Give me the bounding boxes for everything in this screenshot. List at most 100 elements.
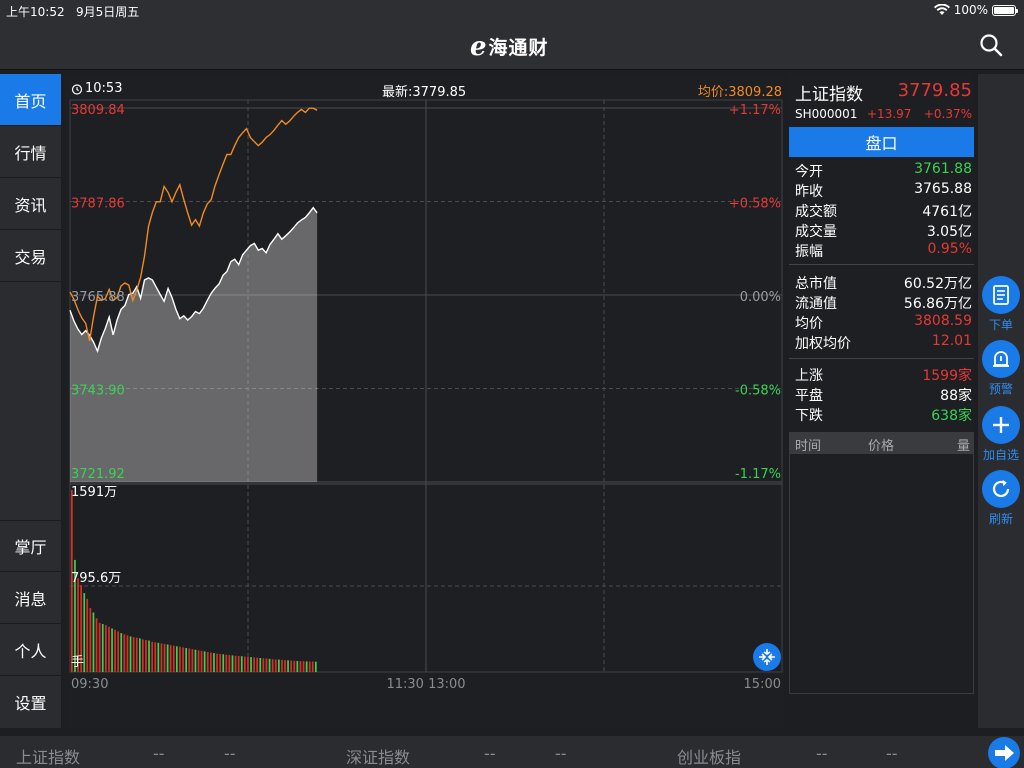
volume-bar bbox=[123, 634, 126, 672]
ticker-sz-change: -- bbox=[555, 744, 567, 763]
search-icon[interactable] bbox=[978, 32, 1004, 58]
sidebar-item-profile[interactable]: 个人 bbox=[0, 624, 61, 676]
volume-bar bbox=[228, 655, 231, 672]
chart-latest-price: 最新:3779.85 bbox=[382, 85, 467, 100]
volume-bar bbox=[145, 640, 147, 672]
index-change: +13.97 bbox=[867, 107, 912, 121]
quote-row-label: 今开 bbox=[795, 164, 823, 180]
volume-bar bbox=[265, 658, 268, 672]
volume-bar bbox=[151, 641, 153, 672]
quote-row-label: 总市值 bbox=[795, 276, 837, 292]
add-watchlist-button[interactable]: 加自选 bbox=[978, 406, 1024, 463]
sidebar-item-market[interactable]: 行情 bbox=[0, 126, 61, 178]
order-label: 下单 bbox=[988, 318, 1013, 332]
volume-bar bbox=[278, 659, 280, 672]
volume-bar bbox=[142, 639, 144, 672]
expand-chart-icon[interactable] bbox=[753, 643, 781, 671]
volume-bar bbox=[315, 661, 317, 672]
intraday-chart-panel[interactable]: 3809.84 +1.17% 3787.86 +0.58% 3765.88 0.00% 37… bbox=[65, 74, 784, 728]
quote-row: 加权均价 12.01 bbox=[789, 332, 974, 352]
volume-bar bbox=[290, 660, 292, 672]
volume-bar bbox=[194, 649, 197, 672]
index-name: 上证指数 bbox=[795, 85, 863, 105]
volume-bar bbox=[166, 644, 169, 672]
quote-row-value: 1599家 bbox=[922, 368, 972, 384]
quote-row: 流通值 56.86万亿 bbox=[789, 292, 974, 312]
trade-list-header: 时间 价格 量 bbox=[789, 432, 974, 454]
quote-row: 上涨 1599家 bbox=[789, 364, 974, 384]
sidebar-item-trade[interactable]: 交易 bbox=[0, 230, 61, 282]
logo-mark: e bbox=[470, 31, 487, 62]
trade-col-time: 时间 bbox=[795, 439, 822, 454]
add-watchlist-label: 加自选 bbox=[982, 448, 1019, 462]
volume-bar bbox=[98, 622, 101, 672]
sidebar-item-settings[interactable]: 设置 bbox=[0, 676, 61, 728]
quote-row: 总市值 60.52万亿 bbox=[789, 272, 974, 292]
price-axis-label: 3743.90 bbox=[71, 384, 125, 399]
quote-row-value: 56.86万亿 bbox=[903, 296, 972, 312]
battery-icon bbox=[992, 4, 1018, 16]
volume-bar bbox=[216, 653, 218, 672]
volume-bar bbox=[284, 660, 286, 672]
quote-row-label: 成交额 bbox=[795, 204, 837, 220]
volume-bar bbox=[231, 655, 234, 672]
volume-bar bbox=[92, 612, 95, 672]
volume-bar bbox=[95, 618, 98, 672]
sidebar-item-messages[interactable]: 消息 bbox=[0, 572, 61, 624]
intraday-chart[interactable]: 3809.84 +1.17% 3787.86 +0.58% 3765.88 0.00% 37… bbox=[65, 74, 784, 728]
x-tick-label: 15:00 bbox=[744, 677, 781, 692]
alarm-clock-icon bbox=[71, 83, 83, 95]
alert-bell-icon bbox=[993, 351, 1009, 367]
price-axis-label: 3721.92 bbox=[71, 467, 125, 482]
volume-bar bbox=[105, 625, 107, 672]
tab-pankou[interactable]: 盘口 bbox=[789, 127, 974, 157]
x-tick-label: 09:30 bbox=[71, 677, 108, 692]
sidebar-item-hall[interactable]: 掌厅 bbox=[0, 520, 61, 572]
quote-row-value: 3808.59 bbox=[914, 313, 972, 329]
divider bbox=[789, 264, 974, 265]
volume-bar bbox=[237, 656, 240, 672]
volume-bar bbox=[305, 661, 308, 672]
volume-bar bbox=[213, 653, 215, 672]
alert-button[interactable]: 预警 bbox=[978, 340, 1024, 397]
status-time: 上午10:52 bbox=[6, 5, 65, 19]
price-axis-label: 3765.88 bbox=[71, 290, 125, 305]
volume-bar bbox=[253, 657, 255, 672]
trade-col-price: 价格 bbox=[868, 439, 895, 454]
volume-bar bbox=[89, 607, 92, 672]
volume-bar bbox=[206, 652, 209, 672]
volume-bar bbox=[197, 650, 200, 672]
refresh-button[interactable]: 刷新 bbox=[978, 470, 1024, 527]
volume-bar bbox=[299, 661, 302, 672]
quote-row-value: 88家 bbox=[940, 388, 972, 404]
volume-bar bbox=[129, 636, 132, 672]
volume-bar bbox=[114, 629, 116, 672]
arrow-right-icon[interactable] bbox=[984, 734, 1024, 768]
refresh-icon bbox=[992, 479, 1010, 498]
pct-axis-label: +1.17% bbox=[729, 103, 781, 118]
volume-bar bbox=[139, 638, 141, 672]
quote-row-value: 3765.88 bbox=[914, 181, 972, 197]
volume-bar bbox=[135, 637, 138, 672]
volume-bar bbox=[182, 647, 184, 672]
bottom-ticker[interactable]: 上证指数 -- -- 深证指数 -- -- 创业板指 -- -- bbox=[0, 736, 1024, 768]
volume-bar bbox=[117, 631, 119, 672]
trade-list[interactable] bbox=[789, 454, 974, 694]
status-bar: 上午10:52 9月5日周五 100% bbox=[0, 0, 1024, 20]
volume-bar bbox=[120, 633, 123, 672]
volume-axis-label: 手 bbox=[71, 655, 84, 670]
chart-avg-price: 均价:3809.28 bbox=[697, 85, 782, 100]
quote-row-label: 下跌 bbox=[795, 408, 823, 424]
volume-bar bbox=[200, 650, 203, 672]
chart-time: 10:53 bbox=[85, 81, 123, 96]
order-button[interactable]: 下单 bbox=[978, 276, 1024, 333]
volume-bar bbox=[244, 656, 246, 672]
quote-row-label: 均价 bbox=[795, 316, 823, 332]
quote-row-label: 平盘 bbox=[795, 388, 823, 404]
sidebar-item-news[interactable]: 资讯 bbox=[0, 178, 61, 230]
sidebar: 首页 行情 资讯 交易 掌厅 消息 个人 设置 bbox=[0, 74, 61, 728]
sidebar-item-home[interactable]: 首页 bbox=[0, 74, 61, 126]
refresh-label: 刷新 bbox=[988, 512, 1013, 526]
pct-axis-label: -0.58% bbox=[735, 384, 781, 399]
status-date: 9月5日周五 bbox=[76, 5, 140, 19]
